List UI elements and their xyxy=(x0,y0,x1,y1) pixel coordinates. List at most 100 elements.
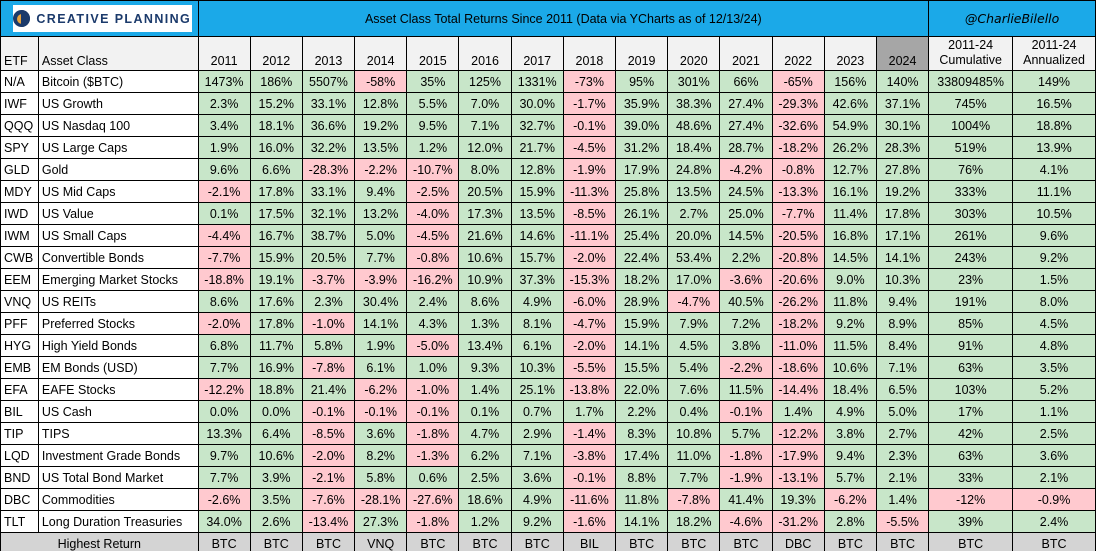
return-cell: 2.3% xyxy=(301,290,356,313)
return-cell: -1.8% xyxy=(719,444,773,467)
return-cell: 10.3% xyxy=(510,356,564,379)
return-cell: 2.1% xyxy=(875,466,930,489)
return-cell: -1.8% xyxy=(406,510,460,533)
return-cell: 4.7% xyxy=(458,422,512,445)
return-cell: 40.5% xyxy=(719,290,773,313)
return-cell: 10.8% xyxy=(667,422,721,445)
table-row: PFF Preferred Stocks -2.0% 17.8% -1.0% 14.1% 4… xyxy=(0,312,1096,335)
author-handle: @CharlieBilello xyxy=(928,0,1096,37)
return-cell: -4.6% xyxy=(719,510,773,533)
return-cell: -1.3% xyxy=(406,444,460,467)
return-cell: 11.5% xyxy=(719,378,773,401)
table-row: TIP TIPS 13.3% 6.4% -8.5% 3.6% -1.8% 4.7% 2.9% -1… xyxy=(0,422,1096,445)
return-cell: 0.7% xyxy=(510,400,564,423)
return-cell: -10.7% xyxy=(406,158,460,181)
return-cell: 7.1% xyxy=(510,444,564,467)
return-cell: 7.1% xyxy=(875,356,930,379)
return-cell: 186% xyxy=(249,70,303,93)
return-cell: 17.1% xyxy=(875,224,930,247)
etf-ticker: EFA xyxy=(0,378,39,401)
return-cell: 125% xyxy=(458,70,512,93)
column-header-year-2012: 2012 xyxy=(249,36,303,71)
return-cell: 18.6% xyxy=(458,488,512,511)
return-cell: 13.4% xyxy=(458,334,512,357)
return-cell: 30.4% xyxy=(354,290,408,313)
return-cell: 9.2% xyxy=(1012,246,1096,269)
table-row: IWF US Growth 2.3% 15.2% 33.1% 12.8% 5.5% 7.0% 3… xyxy=(0,92,1096,115)
return-cell: 3.6% xyxy=(1012,444,1096,467)
return-cell: 13.5% xyxy=(354,136,408,159)
return-cell: -14.4% xyxy=(771,378,825,401)
cumulative-line2: Cumulative xyxy=(939,53,1002,67)
return-cell: 4.8% xyxy=(1012,334,1096,357)
return-cell: -8.5% xyxy=(562,202,617,225)
table-row: QQQ US Nasdaq 100 3.4% 18.1% 36.6% 19.2% 9.5% 7… xyxy=(0,114,1096,137)
return-cell: 745% xyxy=(928,92,1014,115)
return-cell: 15.5% xyxy=(614,356,669,379)
column-header-year-2017: 2017 xyxy=(510,36,564,71)
return-cell: -5.0% xyxy=(406,334,460,357)
return-cell: -0.1% xyxy=(562,114,617,137)
asset-class-name: US Small Caps xyxy=(37,224,199,247)
return-cell: 8.9% xyxy=(875,312,930,335)
return-cell: 8.6% xyxy=(458,290,512,313)
return-cell: 20.0% xyxy=(667,224,721,247)
return-cell: 6.5% xyxy=(875,378,930,401)
return-cell: 13.3% xyxy=(197,422,251,445)
return-cell: 1.4% xyxy=(771,400,825,423)
return-cell: -73% xyxy=(562,70,617,93)
return-cell: 37.3% xyxy=(510,268,564,291)
return-cell: -13.3% xyxy=(771,180,825,203)
return-cell: 3.6% xyxy=(354,422,408,445)
cumulative-line1: 2011-24 xyxy=(948,38,994,52)
return-cell: 21.7% xyxy=(510,136,564,159)
highest-return-cell: BTC xyxy=(614,532,669,551)
return-cell: -18.6% xyxy=(771,356,825,379)
return-cell: 519% xyxy=(928,136,1014,159)
return-cell: 37.1% xyxy=(875,92,930,115)
return-cell: -8.5% xyxy=(301,422,356,445)
return-cell: -2.0% xyxy=(562,334,617,357)
return-cell: 5.5% xyxy=(406,92,460,115)
return-cell: 2.7% xyxy=(667,202,721,225)
highest-return-cell: BTC xyxy=(249,532,303,551)
brand-logo: CREATIVE PLANNING xyxy=(0,0,199,37)
return-cell: 18.8% xyxy=(1012,114,1096,137)
return-cell: -7.7% xyxy=(197,246,251,269)
return-cell: 5507% xyxy=(301,70,356,93)
return-cell: 1.9% xyxy=(197,136,251,159)
asset-class-name: EM Bonds (USD) xyxy=(37,356,199,379)
return-cell: -4.5% xyxy=(562,136,617,159)
return-cell: 4.9% xyxy=(510,488,564,511)
asset-class-name: Gold xyxy=(37,158,199,181)
return-cell: 2.5% xyxy=(458,466,512,489)
table-row: IWM US Small Caps -4.4% 16.7% 38.7% 5.0% -4.5%… xyxy=(0,224,1096,247)
return-cell: 4.9% xyxy=(510,290,564,313)
highest-return-cell: BTC xyxy=(928,532,1014,551)
return-cell: 3.5% xyxy=(1012,356,1096,379)
return-cell: -28.1% xyxy=(354,488,408,511)
highest-return-cell: BTC xyxy=(1012,532,1096,551)
return-cell: 17.3% xyxy=(458,202,512,225)
return-cell: 149% xyxy=(1012,70,1096,93)
return-cell: 7.2% xyxy=(719,312,773,335)
return-cell: -0.1% xyxy=(719,400,773,423)
return-cell: -11.0% xyxy=(771,334,825,357)
return-cell: 0.0% xyxy=(249,400,303,423)
return-cell: -3.9% xyxy=(354,268,408,291)
return-cell: 17.8% xyxy=(875,202,930,225)
return-cell: -32.6% xyxy=(771,114,825,137)
return-cell: 31.2% xyxy=(614,136,669,159)
return-cell: -0.1% xyxy=(562,466,617,489)
return-cell: 14.6% xyxy=(510,224,564,247)
column-header-year-2015: 2015 xyxy=(406,36,460,71)
return-cell: -0.9% xyxy=(1012,488,1096,511)
asset-class-name: Bitcoin ($BTC) xyxy=(37,70,199,93)
return-cell: 9.5% xyxy=(406,114,460,137)
asset-class-name: Preferred Stocks xyxy=(37,312,199,335)
return-cell: 17% xyxy=(928,400,1014,423)
asset-class-name: Investment Grade Bonds xyxy=(37,444,199,467)
return-cell: 140% xyxy=(875,70,930,93)
highest-return-cell: VNQ xyxy=(354,532,408,551)
return-cell: 16.5% xyxy=(1012,92,1096,115)
